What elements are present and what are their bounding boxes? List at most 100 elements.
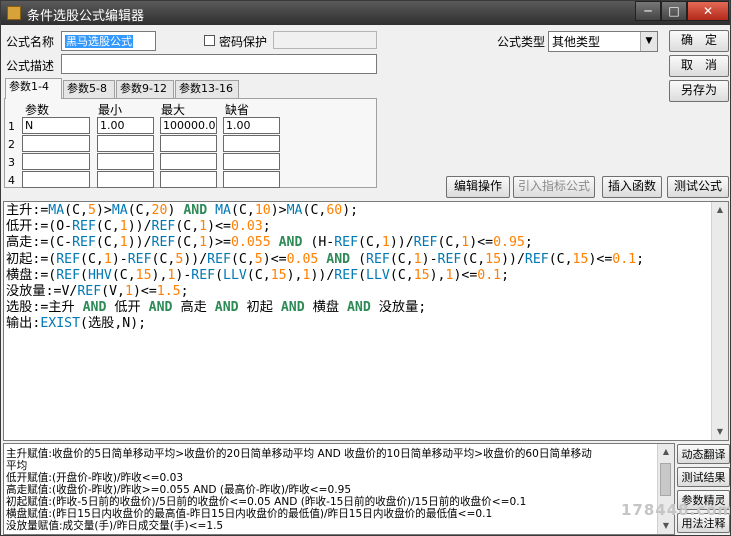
tab-params-9-12[interactable]: 参数9-12	[116, 80, 174, 98]
param-min-input[interactable]	[97, 171, 154, 188]
code-line[interactable]: 选股:=主升 AND 低开 AND 高走 AND 初起 AND 横盘 AND 没…	[6, 300, 644, 316]
close-button[interactable]: ✕	[687, 1, 729, 21]
code-token: REF	[413, 235, 438, 251]
editor-scrollbar[interactable]: ▲ ▼	[711, 202, 728, 440]
code-token: 1	[199, 235, 208, 251]
code-line[interactable]: 高走:=(C-REF(C,1))/REF(C,1)>=0.055 AND (H-…	[6, 235, 644, 251]
code-line[interactable]: 没放量:=V/REF(V,1)<=1.5;	[6, 284, 644, 300]
code-token: MA	[48, 203, 65, 218]
minimize-button[interactable]: ─	[635, 1, 661, 21]
code-token: REF	[437, 251, 462, 267]
chevron-down-icon[interactable]: ▼	[640, 32, 657, 51]
scroll-thumb[interactable]	[660, 463, 671, 496]
scroll-up-icon[interactable]: ▲	[658, 444, 674, 460]
code-token: REF	[72, 235, 96, 251]
code-line[interactable]: 横盘:=(REF(HHV(C,15),1)-REF(LLV(C,15),1))/…	[6, 268, 644, 284]
code-line[interactable]: 低开:=(O-REF(C,1))/REF(C,1)<=0.03;	[6, 219, 644, 235]
insert-function-button[interactable]: 插入函数	[602, 176, 662, 198]
code-token: 0.1	[612, 251, 637, 267]
formula-code[interactable]: 主升:=MA(C,5)>MA(C,20) AND MA(C,10)>MA(C,6…	[6, 203, 644, 333]
formula-editor-window: 条件选股公式编辑器 ─ □ ✕ 公式名称 黑马选股公式 密码保护 公式类型 其他…	[0, 0, 731, 536]
code-token: REF	[366, 251, 390, 267]
param-default-input[interactable]	[223, 171, 280, 188]
save-as-button[interactable]: 另存为	[669, 80, 729, 102]
code-line[interactable]: 初起:=(REF(C,1)-REF(C,5))/REF(C,5)<=0.05 A…	[6, 252, 644, 268]
code-token: 低开	[6, 219, 33, 235]
param-default-input[interactable]	[223, 153, 280, 170]
ok-button[interactable]: 确 定	[669, 30, 729, 52]
code-token: :=V/	[45, 284, 78, 300]
code-token: (	[80, 267, 88, 283]
code-token: AND	[82, 300, 107, 316]
param-name-input[interactable]	[22, 153, 90, 170]
code-token: 1	[119, 219, 128, 235]
tab-params-13-16[interactable]: 参数13-16	[175, 80, 239, 98]
code-token: (C,	[80, 251, 104, 267]
description-line: 没放量赋值:成交量(手)/昨日成交量(手)<=1.5	[6, 520, 224, 532]
code-token: (选股,N);	[80, 316, 147, 332]
test-result-button[interactable]: 测试结果	[677, 467, 730, 487]
code-token: 15	[135, 267, 152, 283]
code-token: ))/	[183, 251, 208, 267]
code-token: (C,	[151, 251, 176, 267]
param-max-input[interactable]	[160, 135, 217, 152]
param-max-input[interactable]	[160, 153, 217, 170]
code-line[interactable]: 主升:=MA(C,5)>MA(C,20) AND MA(C,10)>MA(C,6…	[6, 203, 644, 219]
param-header-default: 缺省	[225, 103, 250, 117]
code-token: 1	[199, 219, 208, 235]
dynamic-translate-button[interactable]: 动态翻译	[677, 444, 730, 464]
password-checkbox[interactable]	[204, 35, 215, 46]
maximize-button[interactable]: □	[661, 1, 687, 21]
formula-code-editor[interactable]: 主升:=MA(C,5)>MA(C,20) AND MA(C,10)>MA(C,6…	[3, 201, 729, 441]
code-token: :=(O-	[32, 219, 73, 235]
code-token: (	[215, 267, 224, 283]
param-max-input[interactable]	[160, 171, 217, 188]
code-token: REF	[334, 267, 359, 283]
code-token: 初起	[238, 300, 281, 316]
tab-params-1-4[interactable]: 参数1-4	[5, 78, 62, 99]
import-indicator-button[interactable]: 引入指标公式	[513, 176, 595, 198]
code-token: LLV	[223, 267, 247, 283]
param-name-input[interactable]	[22, 171, 90, 188]
code-token: )<=	[453, 267, 478, 283]
code-token: REF	[524, 251, 549, 267]
scroll-down-icon[interactable]: ▼	[712, 424, 728, 440]
code-token: (C,	[95, 219, 120, 235]
param-default-input[interactable]: 1.00	[223, 117, 280, 134]
param-default-input[interactable]	[223, 135, 280, 152]
tab-params-5-8[interactable]: 参数5-8	[63, 80, 115, 98]
param-name-input[interactable]	[22, 135, 90, 152]
code-token: 低开	[106, 300, 149, 316]
title-bar[interactable]: 条件选股公式编辑器 ─ □ ✕	[1, 1, 730, 25]
description-scrollbar[interactable]: ▲ ▼	[657, 444, 674, 534]
code-token: 60	[326, 203, 343, 218]
param-name-input[interactable]: N	[22, 117, 90, 134]
code-token: 主升	[6, 203, 33, 218]
param-min-input[interactable]	[97, 135, 154, 152]
scroll-up-icon[interactable]: ▲	[712, 202, 728, 218]
code-token: 1	[103, 251, 112, 267]
code-token: :=(	[32, 251, 57, 267]
cancel-button[interactable]: 取 消	[669, 55, 729, 77]
code-token: ),	[429, 267, 446, 283]
param-min-input[interactable]: 1.00	[97, 117, 154, 134]
code-token: 15	[485, 251, 502, 267]
param-max-input[interactable]: 100000.00	[160, 117, 217, 134]
code-token: REF	[127, 251, 152, 267]
code-token: 横盘	[304, 300, 347, 316]
code-token: (C,	[95, 235, 120, 251]
code-token: ))/	[501, 251, 525, 267]
param-min-input[interactable]	[97, 153, 154, 170]
formula-description-area[interactable]: 主升赋值:收盘价的5日简单移动平均>收盘价的20日简单移动平均 AND 收盘价的…	[3, 443, 675, 535]
password-input[interactable]	[273, 31, 377, 49]
code-line[interactable]: 输出:EXIST(选股,N);	[6, 316, 644, 332]
formula-type-select[interactable]: 其他类型 ▼	[548, 31, 658, 52]
scroll-down-icon[interactable]: ▼	[658, 518, 674, 534]
param-header-name: 参数	[25, 103, 50, 117]
formula-desc-input[interactable]	[61, 54, 377, 74]
code-token: )<=	[132, 284, 157, 300]
edit-operation-button[interactable]: 编辑操作	[446, 176, 510, 198]
formula-name-input[interactable]: 黑马选股公式	[61, 31, 156, 51]
test-formula-button[interactable]: 测试公式	[667, 176, 729, 198]
code-token: 1	[124, 284, 133, 300]
